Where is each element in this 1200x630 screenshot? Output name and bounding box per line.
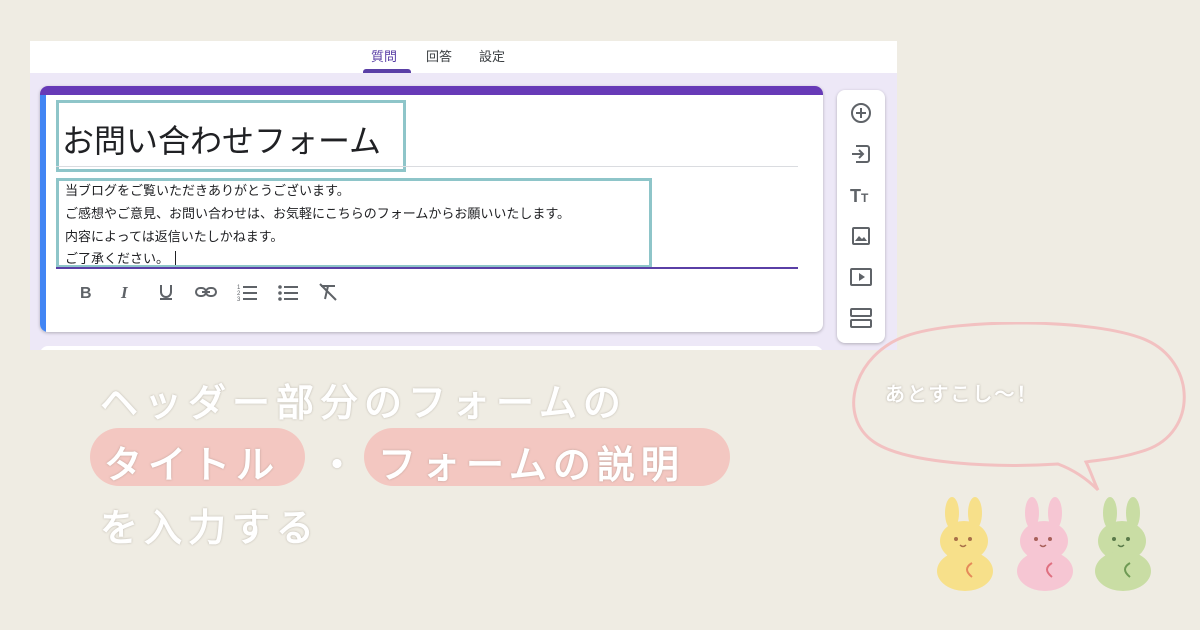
- description-input-underline: [56, 267, 798, 269]
- tab-responses[interactable]: 回答: [426, 46, 452, 65]
- description-highlight-box[interactable]: [56, 178, 652, 268]
- tab-bar: 質問 回答 設定: [30, 41, 897, 73]
- add-question-icon[interactable]: [849, 101, 873, 125]
- pink-rabbit-icon: [1017, 497, 1073, 591]
- card-focus-bar: [40, 95, 46, 332]
- caption-highlight-description: フォームの説明: [378, 443, 685, 487]
- forms-editor-screenshot: 質問 回答 設定 お問い合わせフォーム 当ブログをご覧いただきありがとうございま…: [30, 41, 897, 350]
- green-rabbit-icon: [1095, 497, 1151, 591]
- clear-format-icon[interactable]: [317, 281, 339, 303]
- tab-questions[interactable]: 質問: [371, 46, 397, 65]
- tab-settings[interactable]: 設定: [479, 46, 505, 65]
- next-question-card-edge: [40, 346, 823, 350]
- italic-icon[interactable]: I: [114, 281, 136, 303]
- card-accent-bar: [40, 86, 823, 95]
- caption-highlight-title: タイトル: [104, 443, 281, 487]
- import-questions-icon[interactable]: [849, 142, 873, 166]
- active-tab-indicator: [363, 69, 411, 73]
- add-image-icon[interactable]: [849, 224, 873, 248]
- svg-text:B: B: [80, 285, 92, 301]
- caption-separator: ・: [318, 443, 363, 487]
- caption-line-1: ヘッダー部分のフォームの: [100, 381, 627, 425]
- svg-text:3: 3: [237, 297, 241, 301]
- title-highlight-box: [56, 100, 406, 172]
- caption-line-3: を入力する: [100, 506, 321, 550]
- speech-bubble-icon: [852, 322, 1186, 492]
- add-video-icon[interactable]: [849, 265, 873, 289]
- underline-icon[interactable]: [155, 281, 177, 303]
- form-header-card: お問い合わせフォーム 当ブログをご覧いただきありがとうございます。 ご感想やご意…: [40, 86, 823, 332]
- side-toolbar: TT: [837, 90, 885, 343]
- bubble-text: あとすこし〜！: [885, 382, 1039, 406]
- bold-icon[interactable]: B: [74, 281, 96, 303]
- numbered-list-icon[interactable]: 123: [236, 281, 258, 303]
- yellow-rabbit-icon: [937, 497, 993, 591]
- svg-text:T: T: [850, 186, 861, 204]
- link-icon[interactable]: [195, 281, 217, 303]
- bulleted-list-icon[interactable]: [277, 281, 299, 303]
- svg-text:I: I: [120, 283, 129, 301]
- add-title-icon[interactable]: TT: [849, 183, 873, 207]
- svg-text:T: T: [861, 191, 869, 204]
- title-divider: [56, 166, 798, 167]
